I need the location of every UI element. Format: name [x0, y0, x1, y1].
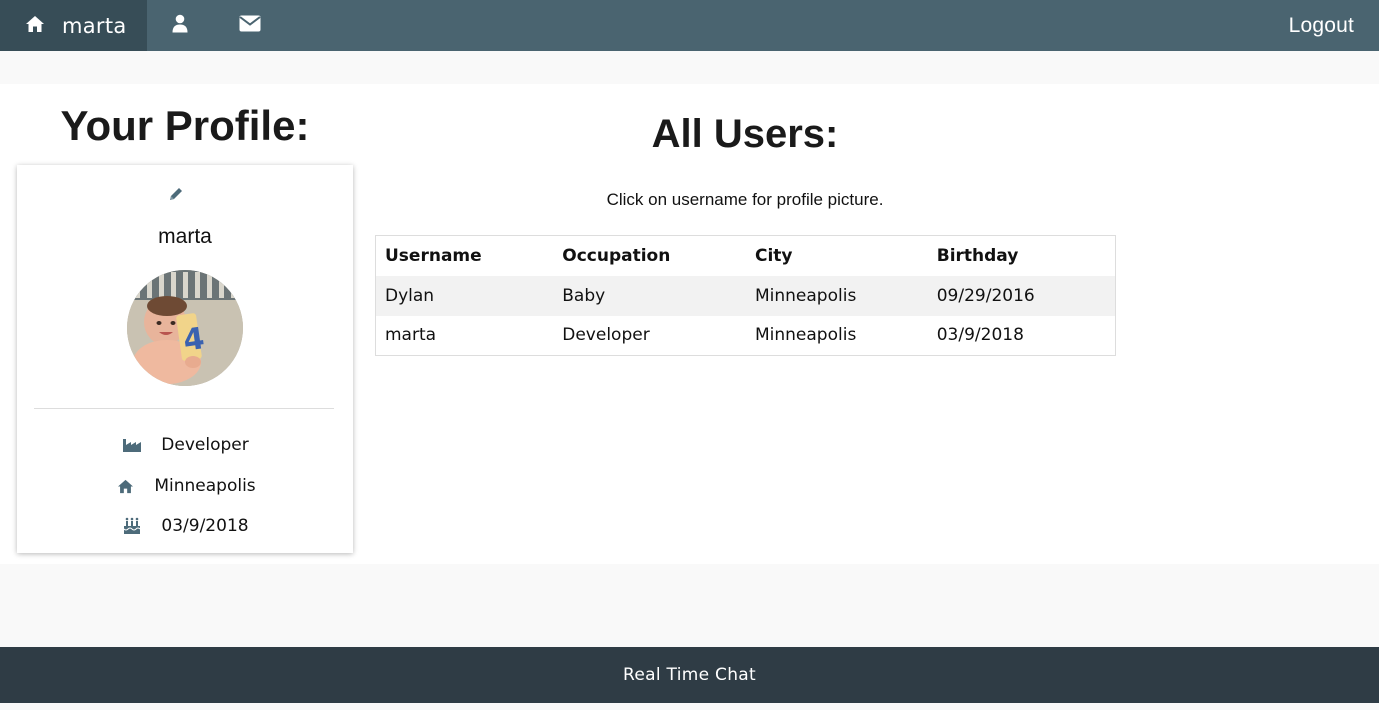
- column-header-occupation: Occupation: [553, 235, 746, 276]
- envelope-icon: [239, 15, 261, 36]
- table-row: marta Developer Minneapolis 03/9/2018: [376, 316, 1116, 356]
- occupation-cell: Developer: [562, 325, 650, 346]
- footer: Real Time Chat: [0, 647, 1379, 703]
- profile-name: marta: [158, 225, 212, 248]
- column-header-birthday: Birthday: [927, 235, 1116, 276]
- profile-avatar: 4: [127, 270, 243, 386]
- profile-birthday: 03/9/2018: [161, 516, 249, 536]
- occupation-cell: Baby: [553, 275, 746, 316]
- profile-occupation: Developer: [161, 435, 249, 455]
- user-icon: [172, 14, 188, 37]
- birthday-cake-icon: [121, 515, 143, 537]
- nav-username: marta: [62, 13, 127, 38]
- users-hint: Click on username for profile picture.: [606, 190, 884, 209]
- nav-messages-link[interactable]: [230, 0, 270, 51]
- username-link[interactable]: marta: [376, 316, 554, 356]
- birthday-cell: 09/29/2016: [927, 275, 1116, 316]
- profile-occupation-row: Developer: [17, 433, 353, 457]
- column-header-city: City: [745, 235, 928, 276]
- nav-home-link[interactable]: marta: [0, 0, 147, 51]
- users-heading: All Users:: [651, 112, 839, 156]
- table-header-row: Username Occupation City Birthday: [375, 235, 1116, 276]
- profile-city: Minneapolis: [154, 476, 256, 496]
- pencil-icon[interactable]: [167, 185, 185, 203]
- home-icon: [25, 15, 45, 37]
- profile-heading: Your Profile:: [60, 102, 310, 149]
- footer-text: Real Time Chat: [623, 665, 756, 685]
- city-cell: Minneapolis: [754, 325, 857, 346]
- main-content: Your Profile: marta 4 Developer Minneapo…: [0, 84, 1379, 564]
- top-navbar: marta Logout: [0, 0, 1379, 51]
- home-icon: [114, 475, 136, 497]
- profile-city-row: Minneapolis: [17, 474, 353, 498]
- column-header-username: Username: [375, 235, 554, 276]
- card-divider: [34, 408, 334, 409]
- table-row: Dylan Baby Minneapolis 09/29/2016: [375, 275, 1116, 316]
- nav-profile-link[interactable]: [162, 0, 198, 51]
- birthday-cell: 03/9/2018: [936, 325, 1024, 346]
- industry-icon: [121, 434, 143, 456]
- users-table: Username Occupation City Birthday Dylan …: [375, 235, 1116, 356]
- logout-link[interactable]: Logout: [1289, 0, 1354, 51]
- username-link[interactable]: Dylan: [375, 275, 554, 316]
- profile-card: marta 4 Developer Minneapolis 03/9/2018: [17, 165, 353, 553]
- profile-birthday-row: 03/9/2018: [17, 514, 353, 538]
- city-cell: Minneapolis: [745, 275, 928, 316]
